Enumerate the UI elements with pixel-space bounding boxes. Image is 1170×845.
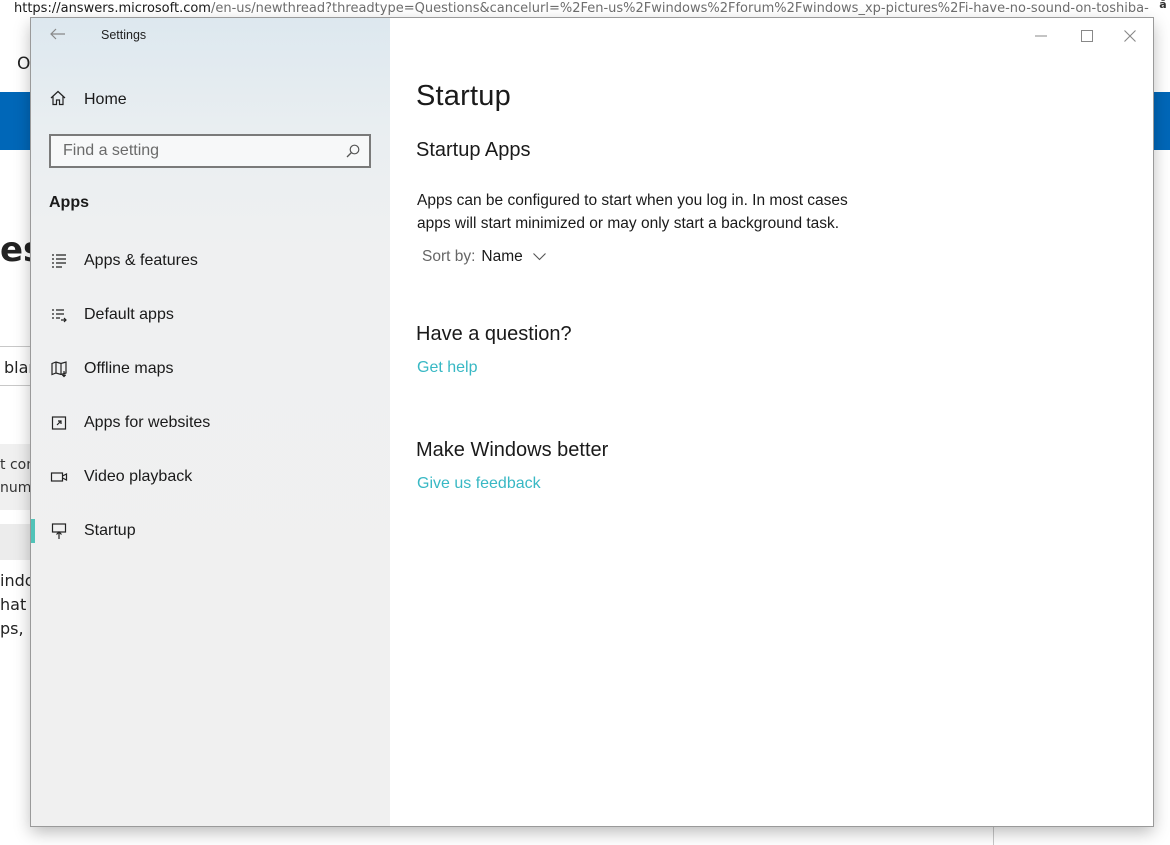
get-help-link[interactable]: Get help	[417, 359, 477, 377]
sidebar-item-label: Startup	[84, 522, 136, 539]
sort-value: Name	[481, 248, 523, 265]
sidebar-item-home[interactable]: Home	[49, 88, 127, 112]
background-text-fragment: ps, i	[0, 619, 31, 638]
sidebar-item-label: Apps & features	[84, 252, 198, 269]
background-input-border	[0, 346, 31, 347]
section-title: Startup Apps	[416, 139, 531, 161]
sidebar-item-startup[interactable]: Startup	[31, 504, 390, 558]
sidebar-item-label: Video playback	[84, 468, 193, 485]
apps-features-icon	[49, 252, 69, 270]
startup-icon	[49, 522, 69, 540]
url-path: /en-us/newthread?threadtype=Questions&ca…	[210, 1, 1149, 16]
background-toolbar	[0, 524, 31, 560]
sidebar-item-label: Offline maps	[84, 360, 174, 377]
url-domain: https://answers.microsoft.com	[14, 1, 211, 16]
background-divider	[993, 826, 994, 845]
background-text-fragment: blar	[4, 358, 31, 377]
section-heading-apps: Apps	[49, 194, 89, 211]
sidebar-item-apps-features[interactable]: Apps & features	[31, 234, 390, 288]
search-icon[interactable]	[345, 143, 361, 159]
main-content: Startup Startup Apps Apps can be configu…	[390, 18, 1153, 826]
sidebar-item-apps-for-websites[interactable]: Apps for websites	[31, 396, 390, 450]
minimize-icon[interactable]	[1018, 22, 1064, 50]
maximize-icon[interactable]	[1064, 22, 1110, 50]
description-line: Apps can be configured to start when you…	[417, 192, 848, 209]
sidebar: Settings Home Apps Apps & features	[31, 18, 390, 826]
page-title: Startup	[416, 80, 511, 112]
close-icon[interactable]	[1107, 22, 1153, 50]
background-header-band-right	[1153, 92, 1170, 150]
description-line: apps will start minimized or may only st…	[417, 215, 840, 232]
window-title: Settings	[101, 28, 147, 42]
background-text-fragment: hat	[0, 595, 27, 614]
apps-for-websites-icon	[49, 414, 69, 432]
feedback-heading: Make Windows better	[416, 439, 609, 461]
sidebar-nav: Apps & features Default apps Offline map…	[31, 234, 390, 558]
search-box	[49, 134, 371, 168]
settings-window: Settings Home Apps Apps & features	[31, 18, 1153, 826]
offline-maps-icon	[49, 360, 69, 378]
video-playback-icon	[49, 468, 69, 486]
background-header-band	[0, 92, 31, 150]
background-text-fragment: t com	[0, 457, 31, 473]
background-input-border	[0, 385, 31, 386]
background-heading-fragment: es	[0, 230, 31, 270]
home-icon	[49, 89, 67, 111]
give-feedback-link[interactable]: Give us feedback	[417, 475, 541, 493]
sidebar-item-default-apps[interactable]: Default apps	[31, 288, 390, 342]
browser-corner-glyph: ã	[1156, 0, 1170, 18]
sidebar-item-label: Apps for websites	[84, 414, 211, 431]
search-input[interactable]	[51, 136, 343, 166]
sort-dropdown[interactable]: Sort by: Name	[422, 248, 546, 266]
background-text-fragment: numb	[0, 480, 31, 496]
startup-description: Apps can be configured to start when you…	[417, 189, 897, 235]
background-text-fragment: indo	[0, 571, 31, 590]
sidebar-item-video-playback[interactable]: Video playback	[31, 450, 390, 504]
background-info-box	[0, 444, 31, 510]
sort-label: Sort by:	[422, 248, 476, 265]
home-label: Home	[84, 91, 127, 108]
question-heading: Have a question?	[416, 323, 572, 345]
sidebar-item-offline-maps[interactable]: Offline maps	[31, 342, 390, 396]
background-text-fragment: O	[17, 54, 31, 74]
default-apps-icon	[49, 306, 69, 324]
sidebar-item-label: Default apps	[84, 306, 174, 323]
back-arrow-icon[interactable]	[47, 26, 69, 44]
chevron-down-icon	[532, 253, 546, 261]
browser-address-bar[interactable]: https://answers.microsoft.com/en-us/newt…	[0, 0, 1170, 18]
